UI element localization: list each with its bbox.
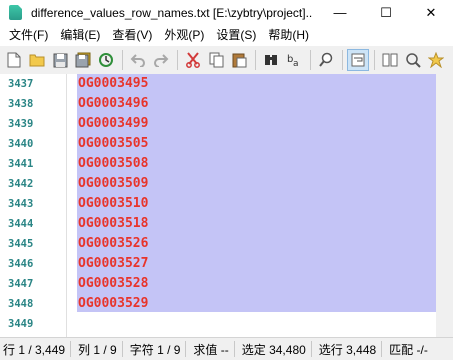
toolbar-separator xyxy=(122,50,123,70)
status-column[interactable]: 列 1 / 9 xyxy=(74,341,119,358)
line-number: 3437 xyxy=(8,78,34,90)
text-line[interactable]: OG0003510 xyxy=(78,194,148,214)
title-bar: difference_values_row_names.txt [E:\zybt… xyxy=(0,0,453,25)
vertical-scrollbar[interactable] xyxy=(436,74,453,337)
line-number: 3446 xyxy=(8,258,34,270)
menu-settings[interactable]: 设置(S) xyxy=(210,25,262,46)
status-separator xyxy=(310,341,312,357)
text-line[interactable]: OG0003526 xyxy=(78,234,148,254)
line-number: 3441 xyxy=(8,158,34,170)
status-bar: 行 1 / 3,449 列 1 / 9 字符 1 / 9 求值 -- 选定 34… xyxy=(0,337,453,360)
menu-help[interactable]: 帮助(H) xyxy=(262,25,315,46)
text-line[interactable]: OG0003508 xyxy=(78,154,148,174)
open-folder-icon[interactable] xyxy=(26,49,48,71)
text-line[interactable]: OG0003529 xyxy=(78,294,148,314)
status-separator xyxy=(185,341,187,357)
find-icon[interactable] xyxy=(260,49,282,71)
status-selected-lines: 选行 3,448 xyxy=(318,342,377,357)
toolbar-separator xyxy=(255,50,256,70)
notepad-app-icon xyxy=(9,5,22,20)
line-number: 3443 xyxy=(8,198,34,210)
svg-text:a: a xyxy=(293,59,299,68)
line-number: 3449 xyxy=(8,318,34,330)
text-line[interactable]: OG0003496 xyxy=(78,94,148,114)
maximize-button[interactable]: ☐ xyxy=(363,0,409,25)
search-web-icon[interactable] xyxy=(402,49,424,71)
status-value: 求值 -- xyxy=(193,342,229,357)
gutter-divider xyxy=(66,74,67,337)
favorite-icon[interactable] xyxy=(425,49,447,71)
paste-icon[interactable] xyxy=(228,49,250,71)
word-wrap-icon[interactable] xyxy=(347,49,369,71)
window-title: difference_values_row_names.txt [E:\zybt… xyxy=(31,5,313,20)
undo-icon[interactable] xyxy=(127,49,149,71)
status-separator xyxy=(233,341,235,357)
menu-file[interactable]: 文件(F) xyxy=(0,25,54,46)
menu-bar: 文件(F) 编辑(E) 查看(V) 外观(P) 设置(S) 帮助(H) xyxy=(0,25,453,46)
status-separator xyxy=(381,341,383,357)
text-line[interactable]: OG0003505 xyxy=(78,134,148,154)
new-file-icon[interactable] xyxy=(3,49,25,71)
cut-icon[interactable] xyxy=(182,49,204,71)
line-number: 3442 xyxy=(8,178,34,190)
menu-appearance[interactable]: 外观(P) xyxy=(158,25,210,46)
text-line[interactable]: OG0003509 xyxy=(78,174,148,194)
save-icon[interactable] xyxy=(49,49,71,71)
save-all-icon[interactable] xyxy=(72,49,94,71)
toolbar-separator xyxy=(374,50,375,70)
split-view-icon[interactable] xyxy=(379,49,401,71)
text-line[interactable]: OG0003518 xyxy=(78,214,148,234)
copy-icon[interactable] xyxy=(205,49,227,71)
line-number: 3440 xyxy=(8,138,34,150)
status-separator xyxy=(70,341,72,357)
line-number: 3444 xyxy=(8,218,34,230)
redo-icon[interactable] xyxy=(150,49,172,71)
line-number: 3448 xyxy=(8,298,34,310)
minimize-button[interactable]: — xyxy=(317,0,363,25)
menu-edit[interactable]: 编辑(E) xyxy=(54,25,106,46)
text-line[interactable]: OG0003499 xyxy=(78,114,148,134)
status-match: 匹配 -/- xyxy=(389,342,428,357)
status-char[interactable]: 字符 1 / 9 xyxy=(126,341,183,358)
status-line[interactable]: 行 1 / 3,449 xyxy=(0,341,67,358)
close-button[interactable]: ✕ xyxy=(409,0,453,25)
menu-view[interactable]: 查看(V) xyxy=(106,25,158,46)
line-number: 3447 xyxy=(8,278,34,290)
text-line[interactable]: OG0003528 xyxy=(78,274,148,294)
text-line[interactable]: OG0003495 xyxy=(78,74,148,94)
status-selected: 选定 34,480 xyxy=(241,342,306,357)
status-separator xyxy=(121,341,123,357)
text-editor[interactable]: 3437 3438 3439 3440 3441 3442 3443 3444 … xyxy=(0,74,453,337)
reload-icon[interactable] xyxy=(95,49,117,71)
zoom-icon[interactable] xyxy=(315,49,337,71)
replace-icon[interactable]: ba xyxy=(283,49,305,71)
toolbar-separator xyxy=(342,50,343,70)
text-line[interactable]: OG0003527 xyxy=(78,254,148,274)
line-number: 3438 xyxy=(8,98,34,110)
toolbar: ba xyxy=(0,46,453,75)
line-number: 3445 xyxy=(8,238,34,250)
toolbar-separator xyxy=(310,50,311,70)
toolbar-separator xyxy=(177,50,178,70)
line-number: 3439 xyxy=(8,118,34,130)
